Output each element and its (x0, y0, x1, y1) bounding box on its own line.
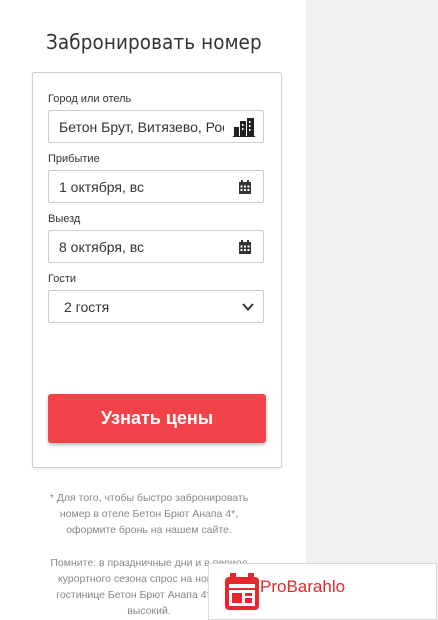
guests-select[interactable]: 2 гостя (48, 290, 264, 323)
city-value: Бетон Брут, Витязево, Россия (59, 119, 224, 135)
arrival-label: Прибытие (48, 153, 100, 165)
buildings-icon (233, 118, 255, 137)
city-field[interactable]: Бетон Брут, Витязево, Россия (48, 110, 264, 143)
calendar-icon (239, 180, 251, 194)
departure-date-field[interactable]: 8 октября, вс (48, 230, 264, 263)
watermark: ProBarahlo (208, 563, 437, 620)
arrival-value: 1 октября, вс (59, 179, 145, 195)
guests-value: 2 гостя (64, 299, 110, 315)
watermark-logo-icon (225, 573, 259, 610)
arrival-date-field[interactable]: 1 октября, вс (48, 170, 264, 203)
guests-label: Гости (48, 273, 77, 285)
departure-label: Выезд (48, 213, 81, 225)
booking-note: * Для того, чтобы быстро забронировать н… (49, 492, 249, 536)
calendar-icon (239, 240, 251, 254)
check-prices-button[interactable]: Узнать цены (48, 394, 266, 443)
departure-value: 8 октября, вс (59, 239, 145, 255)
booking-title: Забронировать номер (46, 30, 262, 54)
city-label: Город или отель (48, 93, 132, 105)
chevron-down-icon (242, 303, 254, 311)
watermark-text: ProBarahlo (260, 577, 346, 596)
